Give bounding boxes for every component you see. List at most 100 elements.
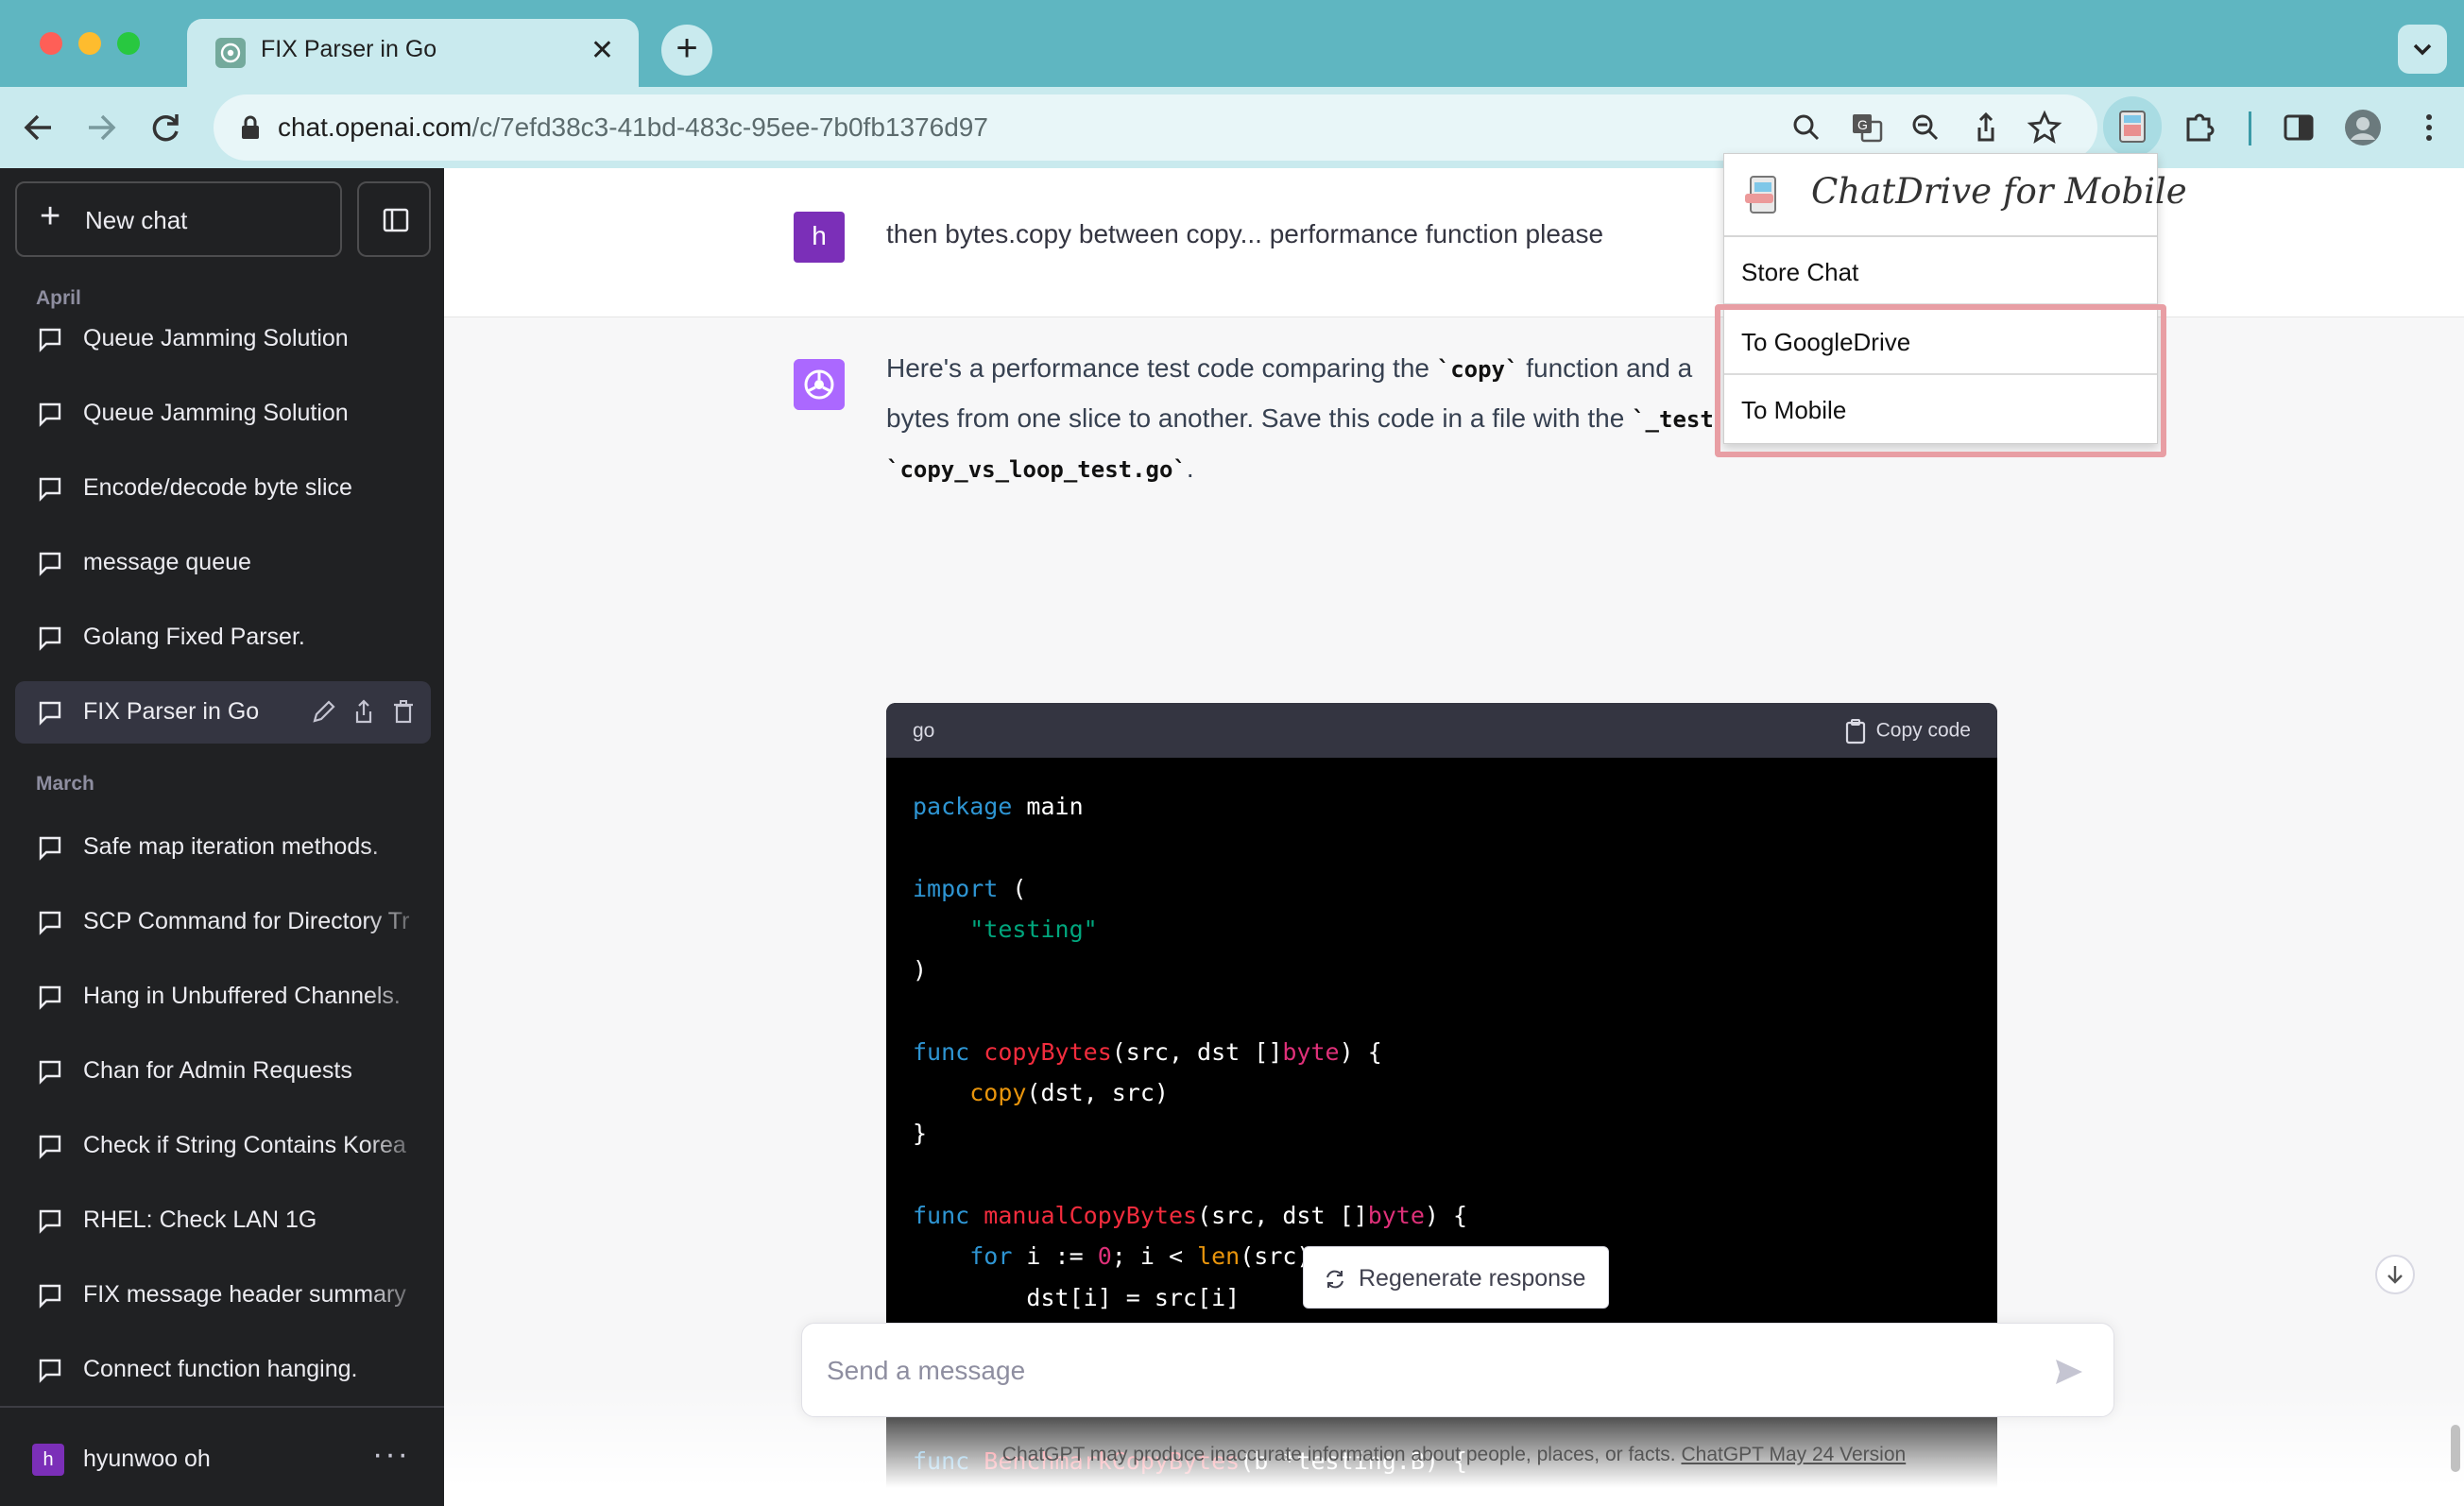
profile-avatar[interactable] [2341,106,2385,149]
message-input[interactable] [827,1350,2017,1392]
share-icon[interactable] [1967,109,2005,146]
chat-bubble-icon [39,328,61,352]
copy-code-button[interactable]: Copy code [1844,718,1971,744]
text-fade [365,816,431,879]
sidebar-item-active[interactable]: FIX Parser in Go [15,681,431,744]
sidebar-item-label: Encode/decode byte slice [83,474,352,501]
browser-chrome: FIX Parser in Go ✕ + chat.openai.com/c/7… [0,0,2464,168]
section-label-march: March [36,773,94,795]
more-options-icon[interactable]: ··· [372,1436,410,1473]
sidebar-item-label: Chan for Admin Requests [83,1057,352,1084]
refresh-icon [1326,1270,1343,1289]
back-arrow-icon[interactable] [15,104,62,151]
chat-bubble-icon [39,1135,61,1159]
new-chat-label: New chat [85,206,188,234]
side-panel-icon[interactable] [2277,106,2320,149]
user-message-text: then bytes.copy between copy... performa… [886,219,1604,248]
sidebar-item-label: Golang Fixed Parser. [83,624,305,650]
search-icon[interactable] [1788,109,1825,146]
chat-bubble-icon [39,477,61,502]
user-menu[interactable]: h hyunwoo oh ··· [0,1406,444,1506]
sidebar-item[interactable]: Queue Jamming Solution [15,383,431,445]
sidebar-item[interactable]: FIX message header summary [15,1264,431,1326]
sidebar-item[interactable]: Hang in Unbuffered Channels. [15,966,431,1028]
chat-bubble-icon [39,836,61,861]
chat-bubble-icon [39,1060,61,1085]
sidebar-item[interactable]: Safe map iteration methods. [15,816,431,879]
sidebar-item[interactable]: Chan for Admin Requests [15,1040,431,1103]
sidebar-toggle-icon [383,208,409,232]
chat-bubble-icon [39,552,61,576]
highlight-box [1715,304,2166,457]
sidebar-item[interactable]: Golang Fixed Parser. [15,607,431,669]
edit-pencil-icon[interactable] [309,696,337,727]
translate-icon[interactable]: G [1848,109,1886,146]
disclaimer-text: ChatGPT may produce inaccurate informati… [1001,1444,1682,1465]
clipboard-icon [1845,719,1865,744]
scrollbar-thumb[interactable] [2451,1425,2460,1472]
address-bar[interactable]: chat.openai.com/c/7efd38c3-41bd-483c-95e… [214,94,2097,161]
browser-tab[interactable]: FIX Parser in Go ✕ [187,19,639,87]
code-language: go [913,720,935,742]
popup-title: ChatDrive for Mobile [1811,171,2187,212]
scroll-to-bottom-button[interactable] [2375,1255,2415,1294]
code-header: go Copy code [886,703,1997,758]
trash-icon[interactable] [389,696,418,727]
tab-close-icon[interactable]: ✕ [590,34,614,67]
text-fade [365,891,431,953]
svg-text:G: G [1857,117,1868,132]
close-window-button[interactable] [40,32,62,55]
sidebar-item[interactable]: Connect function hanging. [15,1339,431,1401]
message-composer [801,1323,2114,1417]
share-icon[interactable] [350,696,378,727]
sidebar-item[interactable]: SCP Command for Directory Tr [15,891,431,953]
browser-menu-icon[interactable] [2407,106,2451,149]
sidebar-item-label: Hang in Unbuffered Channels. [83,983,401,1009]
chatdrive-extension-icon [2119,111,2146,143]
regenerate-response-button[interactable]: Regenerate response [1303,1246,1609,1309]
reload-icon[interactable] [142,104,189,151]
sidebar-item-label: FIX message header summary [83,1281,406,1308]
sidebar-item-label: FIX Parser in Go [83,698,260,725]
sidebar-item[interactable]: Check if String Contains Korea [15,1115,431,1177]
tab-title: FIX Parser in Go [261,36,437,62]
chat-bubble-icon [39,1284,61,1309]
sidebar-item[interactable]: Queue Jamming Solution [15,308,431,370]
send-icon[interactable] [2053,1356,2085,1388]
chat-bubble-icon [39,402,61,427]
sidebar-item[interactable]: Encode/decode byte slice [15,457,431,520]
chat-bubble-icon [39,626,61,651]
lock-icon[interactable] [236,113,265,142]
tab-search-button[interactable] [2398,25,2447,74]
popup-header: ChatDrive for Mobile [1724,154,2187,237]
disclaimer-footer: ChatGPT may produce inaccurate informati… [444,1444,2464,1466]
sidebar-item-label: Connect function hanging. [83,1356,358,1382]
url-text[interactable]: chat.openai.com/c/7efd38c3-41bd-483c-95e… [278,112,988,143]
user-avatar: h [794,212,845,263]
section-label-april: April [36,287,81,309]
puzzle-icon[interactable] [2179,106,2222,149]
arrow-down-icon [2387,1266,2403,1284]
new-chat-button[interactable]: + New chat [15,181,342,257]
sidebar-item[interactable]: RHEL: Check LAN 1G [15,1189,431,1252]
minimize-window-button[interactable] [78,32,101,55]
version-link[interactable]: ChatGPT May 24 Version [1681,1444,1906,1465]
sidebar-toggle-button[interactable] [357,181,431,257]
sidebar-item-label: message queue [83,549,251,575]
sidebar-item-label: Queue Jamming Solution [83,400,349,426]
chat-bubble-icon [39,1209,61,1234]
chat-bubble-icon [39,1359,61,1383]
star-icon[interactable] [2026,109,2063,146]
chatgpt-logo-icon [794,359,845,410]
fullscreen-window-button[interactable] [117,32,140,55]
openai-favicon-icon [215,38,246,68]
forward-arrow-icon[interactable] [77,104,125,151]
chatdrive-extension-button[interactable] [2103,96,2162,157]
zoom-out-icon[interactable] [1907,109,1944,146]
store-chat-menu-item[interactable]: Store Chat [1724,237,2157,305]
chatdrive-logo-icon [1745,176,1776,214]
sidebar-item-label: RHEL: Check LAN 1G [83,1207,317,1233]
new-tab-button[interactable]: + [661,25,712,76]
sidebar-item[interactable]: message queue [15,532,431,594]
sidebar-item-label: SCP Command for Directory Tr [83,908,410,934]
